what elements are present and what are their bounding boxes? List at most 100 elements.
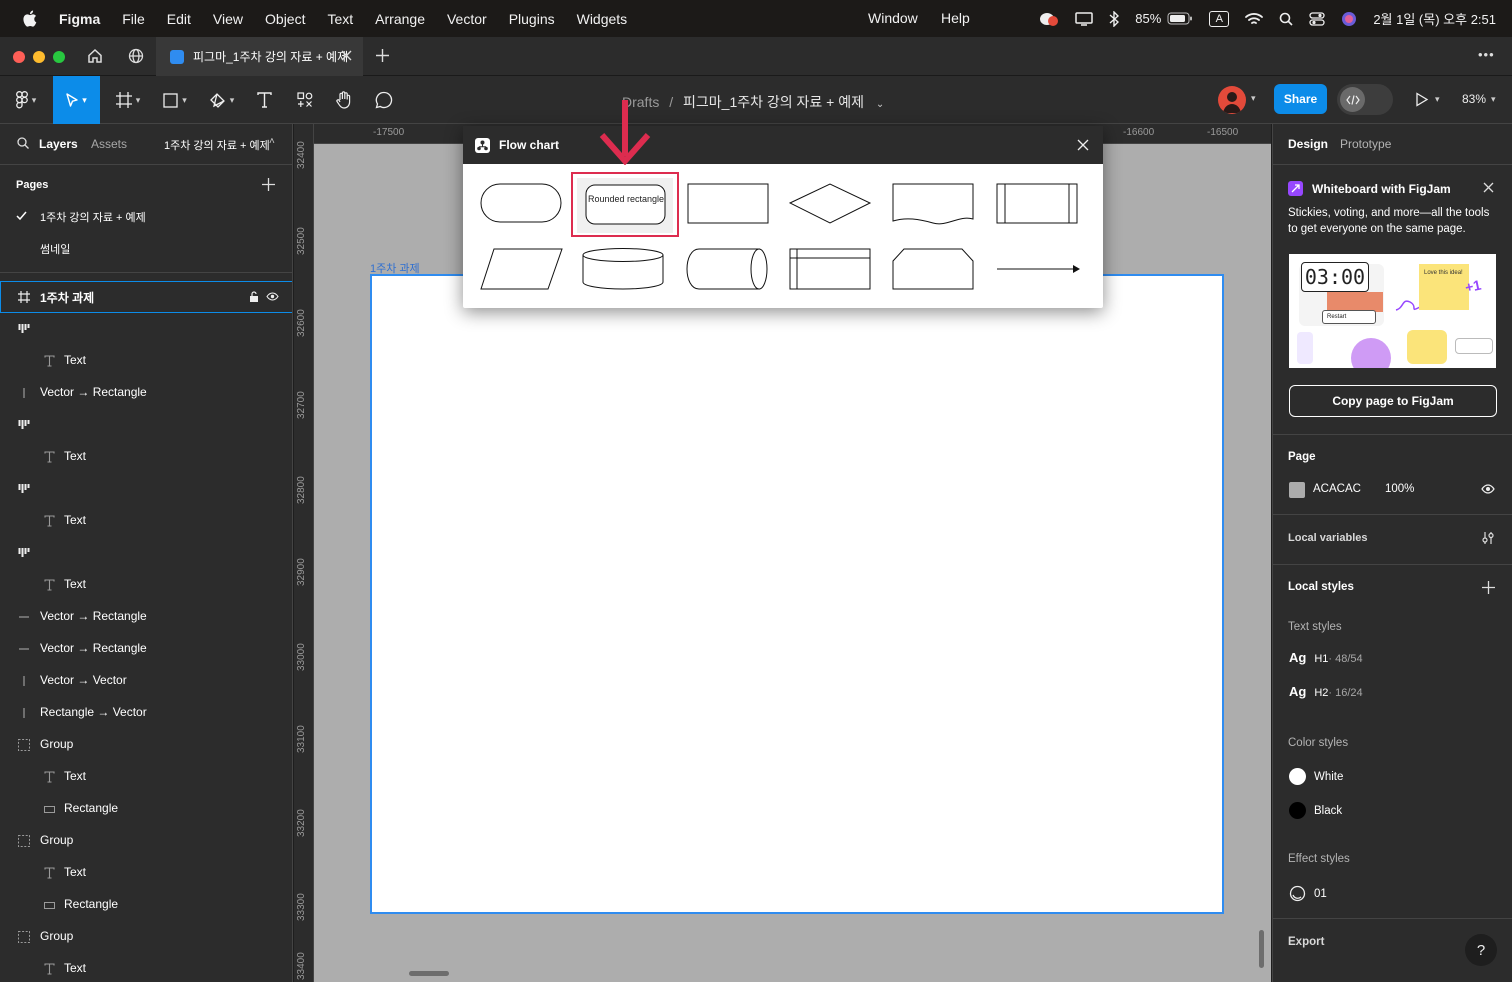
comment-tool-button[interactable] [370,76,398,124]
layer-row[interactable]: Text [0,569,292,601]
hand-tool-button[interactable] [330,76,358,124]
layer-row[interactable] [0,537,292,569]
present-menu-chevron-icon[interactable]: ▾ [1435,94,1440,105]
spotlight-icon[interactable] [1279,12,1293,26]
tab-design[interactable]: Design [1288,137,1328,151]
decision-shape[interactable] [789,183,873,225]
page-opacity[interactable]: 100% [1385,483,1414,495]
layer-row[interactable]: Group [0,921,292,953]
layer-row[interactable]: Group [0,825,292,857]
layer-row[interactable] [0,409,292,441]
text-style-h1[interactable]: Ag H1 · 48/54 [1289,650,1363,670]
menu-edit[interactable]: Edit [167,11,191,27]
layer-row[interactable]: Text [0,761,292,793]
menu-vector[interactable]: Vector [447,11,487,27]
arrow-connector-shape[interactable] [996,247,1082,291]
vertical-scrollbar[interactable] [1259,930,1264,968]
apple-icon[interactable] [22,10,37,27]
copy-to-figjam-button[interactable]: Copy page to FigJam [1289,385,1497,417]
manual-operation-shape[interactable] [892,247,976,291]
menu-text[interactable]: Text [327,11,353,27]
move-tool-button[interactable]: ▾ [53,76,100,124]
layer-row[interactable]: Vector → Vector [0,665,292,697]
recording-icon[interactable] [1039,11,1059,27]
page-color-hex[interactable]: ACACAC [1313,483,1361,495]
wifi-icon[interactable] [1245,12,1264,26]
effect-style-01[interactable]: 01 [1289,885,1327,902]
text-style-h2[interactable]: Ag H2 · 16/24 [1289,684,1363,704]
layer-row[interactable]: Vector → Rectangle [0,633,292,665]
minimize-window-button[interactable] [33,51,45,63]
text-tool-button[interactable] [250,76,278,124]
close-promo-icon[interactable] [1483,182,1494,193]
terminal-shape[interactable] [480,183,564,225]
horizontal-scrollbar[interactable] [409,971,449,976]
layer-row[interactable] [0,313,292,345]
data-shape[interactable] [480,247,564,291]
pen-tool-button[interactable]: ▾ [202,76,242,124]
file-name[interactable]: 피그마_1주차 강의 자료 + 예제 [683,94,864,110]
home-icon[interactable] [87,48,103,64]
avatar[interactable] [1218,86,1246,114]
layer-row[interactable]: Text [0,505,292,537]
dev-mode-toggle[interactable] [1337,84,1393,115]
layer-row[interactable]: Text [0,857,292,889]
tab-prototype[interactable]: Prototype [1340,137,1391,151]
export-section[interactable]: Export [1288,936,1324,948]
direct-access-storage-shape[interactable] [686,247,770,291]
chevron-down-icon[interactable]: ⌄ [876,99,884,110]
layer-row[interactable]: Rectangle [0,889,292,921]
share-button[interactable]: Share [1274,84,1327,114]
selected-frame[interactable] [370,274,1224,914]
zoom-chevron-icon[interactable]: ▾ [1491,94,1496,105]
menu-plugins[interactable]: Plugins [509,11,555,27]
layer-row[interactable]: Group [0,729,292,761]
search-icon[interactable] [17,137,29,149]
layer-row[interactable]: Vector → Rectangle [0,377,292,409]
menu-help[interactable]: Help [941,10,970,26]
resources-tool-button[interactable] [291,76,319,124]
variables-settings-icon[interactable] [1481,531,1495,545]
present-play-icon[interactable] [1415,92,1429,107]
tab-assets[interactable]: Assets [91,137,127,151]
zoom-window-button[interactable] [53,51,65,63]
zoom-level[interactable]: 83% [1462,92,1486,106]
shape-tool-button[interactable]: ▾ [155,76,195,124]
layer-row[interactable]: Vector → Rectangle [0,601,292,633]
tab-layers[interactable]: Layers [39,137,78,151]
display-icon[interactable] [1075,11,1094,26]
community-globe-icon[interactable] [128,48,144,64]
color-style-white[interactable]: White [1289,768,1343,785]
layer-row[interactable]: Text [0,345,292,377]
menu-widgets[interactable]: Widgets [577,11,628,27]
close-window-button[interactable] [13,51,25,63]
visibility-eye-icon[interactable] [1481,484,1495,494]
close-tab-icon[interactable] [341,50,352,61]
menu-arrange[interactable]: Arrange [375,11,425,27]
main-menu-button[interactable]: ▾ [6,76,46,124]
chevron-up-icon[interactable]: ˄ [269,136,275,147]
process-shape[interactable] [687,183,771,225]
add-style-icon[interactable] [1482,581,1495,594]
menu-figma[interactable]: Figma [59,11,100,27]
page-item-thumbnail[interactable]: 썸네일 [0,233,292,265]
predefined-process-shape[interactable] [996,183,1080,225]
new-tab-icon[interactable] [376,49,389,62]
add-page-icon[interactable] [262,178,275,191]
input-source-icon[interactable]: A [1209,10,1230,27]
page-color-swatch[interactable] [1289,482,1305,498]
layer-row[interactable]: Text [0,441,292,473]
layer-row[interactable]: Rectangle → Vector [0,697,292,729]
siri-icon[interactable] [1341,11,1357,27]
page-switcher[interactable]: 1주차 강의 자료 + 예제 [164,137,270,153]
menu-view[interactable]: View [213,11,243,27]
avatar-menu-chevron-icon[interactable]: ▾ [1251,93,1256,104]
more-options-icon[interactable]: ••• [1478,47,1495,62]
tab-file[interactable]: 피그마_1주차 강의 자료 + 예제 [156,37,363,76]
menu-object[interactable]: Object [265,11,305,27]
clock[interactable]: 2월 1일 (목) 오후 2:51 [1373,9,1496,28]
page-item-current[interactable]: 1주차 강의 자료 + 예제 [0,201,292,233]
layer-row[interactable] [0,473,292,505]
color-style-black[interactable]: Black [1289,802,1342,819]
rounded-rectangle-highlight[interactable]: Rounded rectangle [571,172,679,237]
